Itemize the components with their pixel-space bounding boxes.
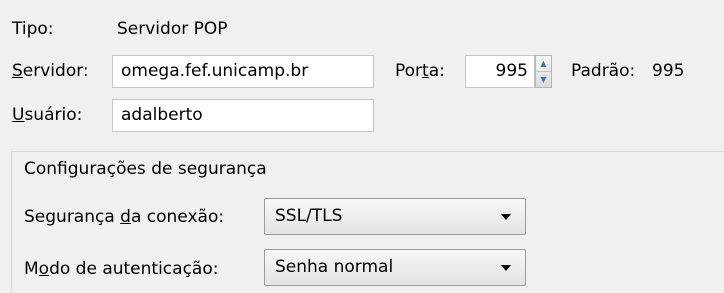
security-section-title: Configurações de segurança [24, 159, 267, 179]
auth-method-label: Modo de autenticação: [24, 259, 219, 279]
connection-security-select[interactable]: SSL/TLS [264, 198, 526, 235]
default-port-label: Padrão: [571, 61, 636, 81]
default-port-value: 995 [652, 61, 685, 81]
port-input[interactable]: 995 [465, 55, 535, 88]
user-label: Usuário: [12, 105, 83, 125]
type-value: Servidor POP [117, 19, 228, 39]
port-label: Porta: [395, 61, 445, 81]
chevron-down-icon [501, 265, 511, 271]
chevron-down-icon [501, 214, 511, 220]
spin-down-arrow-icon[interactable]: ▼ [536, 72, 551, 87]
section-divider [11, 151, 724, 152]
auth-method-value: Senha normal [275, 257, 394, 277]
spin-up-arrow-icon[interactable]: ▲ [536, 56, 551, 72]
connection-security-value: SSL/TLS [275, 206, 343, 226]
auth-method-select[interactable]: Senha normal [264, 249, 526, 286]
port-spinner[interactable]: ▲ ▼ [535, 55, 552, 88]
section-border-left [11, 151, 12, 293]
server-input[interactable]: omega.fef.unicamp.br [112, 55, 374, 88]
server-label: Servidor: [12, 61, 89, 81]
type-label: Tipo: [12, 19, 54, 39]
user-input[interactable]: adalberto [112, 99, 374, 132]
connection-security-label: Segurança da conexão: [24, 207, 225, 227]
